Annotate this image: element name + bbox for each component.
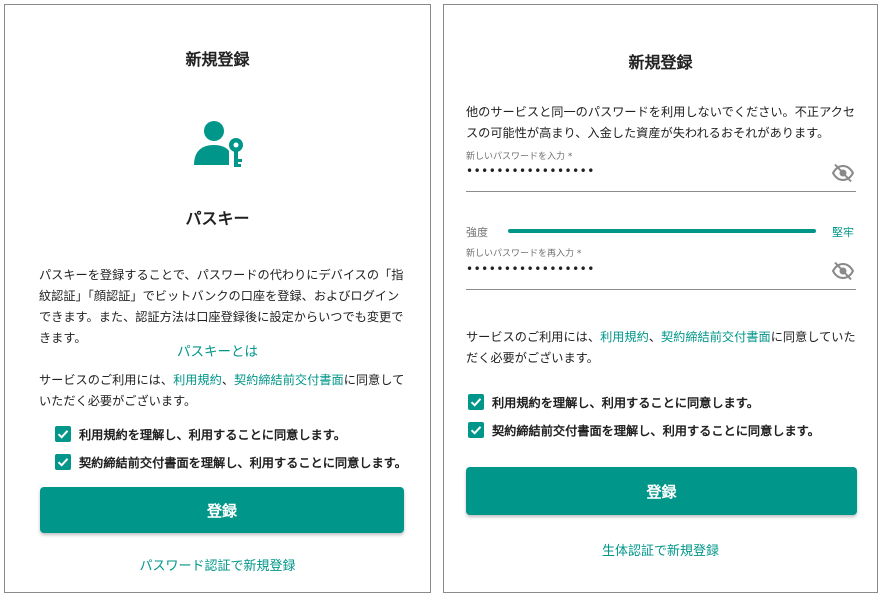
terms-separator: 、 [648,330,661,344]
strength-label: 強度 [466,226,488,239]
passkey-about-link[interactable]: パスキーとは [5,340,430,360]
agree-terms-label: 利用規約を理解し、利用することに同意します。 [492,396,759,410]
passkey-description: パスキーを登録することで、パスワードの代わりにデバイスの「指紋認証」「顔認証」で… [39,268,404,345]
pre-contract-document-link[interactable]: 契約締結前交付書面 [661,330,771,344]
passkey-heading: パスキー [185,209,250,228]
biometric-signup-link[interactable]: 生体認証で新規登録 [444,540,877,559]
page-title: 新規登録 [185,50,250,69]
register-button[interactable]: 登録 [40,487,404,533]
agree-document-row[interactable]: 契約締結前交付書面を理解し、利用することに同意します。 [55,453,407,471]
password-warning: 他のサービスと同一のパスワードを利用しないでください。不正アクセスの可能性が高ま… [466,105,856,140]
terms-notice: サービスのご利用には、利用規約、契約締結前交付書面に同意していただく必要がござい… [466,327,861,369]
agree-terms-row[interactable]: 利用規約を理解し、利用することに同意します。 [55,425,346,443]
terms-notice: サービスのご利用には、利用規約、契約締結前交付書面に同意していただく必要がござい… [39,370,411,412]
agree-document-row[interactable]: 契約締結前交付書面を理解し、利用することに同意します。 [468,421,820,439]
terms-prefix: サービスのご利用には、 [466,330,601,344]
password-underline [466,191,856,192]
agree-terms-label: 利用規約を理解し、利用することに同意します。 [79,428,346,442]
password-field-label: 新しいパスワードを入力 * [466,152,573,162]
strength-value: 堅牢 [832,226,854,239]
pre-contract-document-link[interactable]: 契約締結前交付書面 [234,373,344,387]
password-signup-panel: 新規登録 他のサービスと同一のパスワードを利用しないでください。不正アクセスの可… [443,4,878,593]
visibility-off-icon[interactable] [832,261,854,281]
agree-document-checkbox[interactable] [468,422,484,438]
terms-of-use-link[interactable]: 利用規約 [173,373,222,387]
agree-document-checkbox[interactable] [55,454,71,470]
password-signup-link[interactable]: パスワード認証で新規登録 [5,555,430,574]
agree-terms-checkbox[interactable] [55,426,71,442]
confirm-underline [466,289,856,290]
confirm-field-label: 新しいパスワードを再入力 * [466,249,582,259]
agree-terms-row[interactable]: 利用規約を理解し、利用することに同意します。 [468,393,759,411]
terms-prefix: サービスのご利用には、 [39,373,174,387]
agree-document-label: 契約締結前交付書面を理解し、利用することに同意します。 [492,424,820,438]
terms-separator: 、 [221,373,234,387]
confirm-password-input[interactable]: ••••••••••••••••• [466,262,595,276]
checkmark-icon [470,426,482,435]
password-input[interactable]: ••••••••••••••••• [466,164,595,178]
terms-of-use-link[interactable]: 利用規約 [600,330,649,344]
strength-meter [508,229,816,233]
checkmark-icon [57,458,69,467]
passkey-signup-panel: 新規登録 パスキー パスキーを登録することで、パスワードの代わりにデバイスの「指… [4,4,431,593]
checkmark-icon [57,430,69,439]
agree-document-label: 契約締結前交付書面を理解し、利用することに同意します。 [79,456,407,470]
checkmark-icon [470,398,482,407]
visibility-off-icon[interactable] [832,163,854,183]
user-key-icon [194,121,243,167]
register-button[interactable]: 登録 [466,467,857,515]
agree-terms-checkbox[interactable] [468,394,484,410]
page-title: 新規登録 [628,53,693,72]
